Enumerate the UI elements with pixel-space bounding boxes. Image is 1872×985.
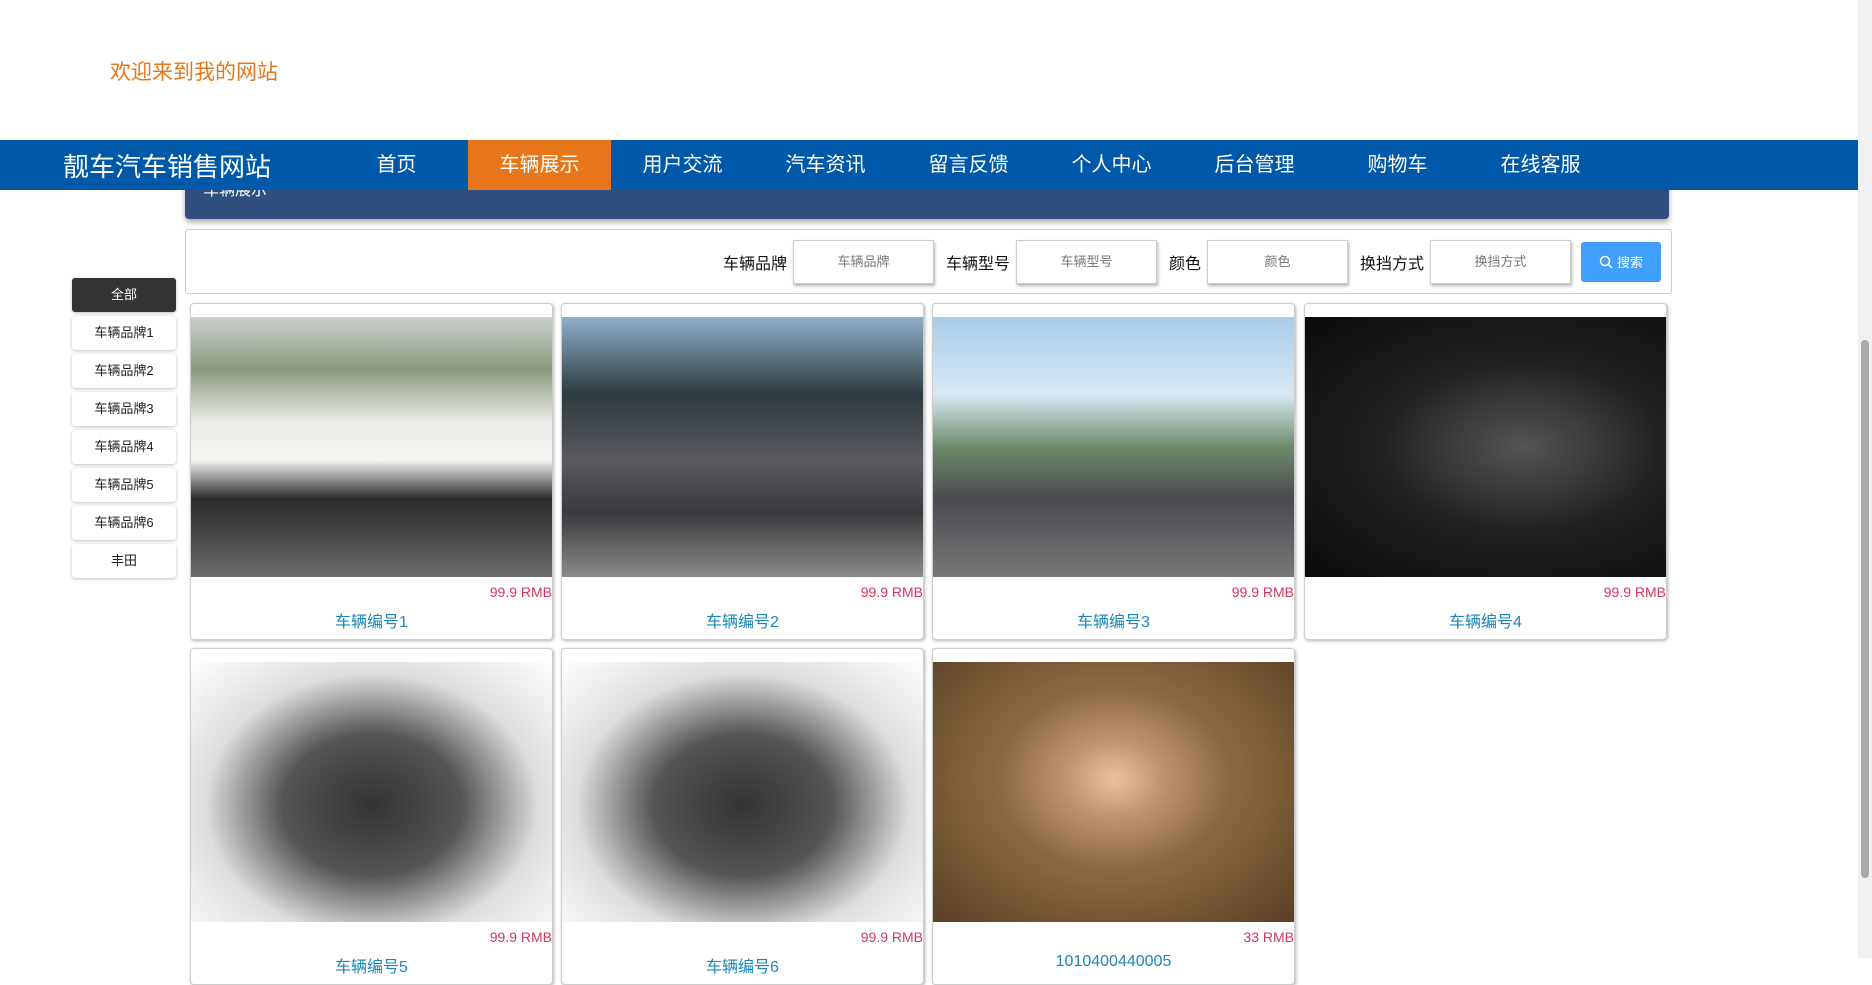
sidebar-item[interactable]: 车辆品牌2 bbox=[72, 354, 176, 388]
vehicle-image[interactable] bbox=[562, 317, 923, 577]
vehicle-price: 99.9 RMB bbox=[489, 584, 552, 600]
vehicle-price: 99.9 RMB bbox=[1603, 584, 1666, 600]
nav-profile[interactable]: 个人中心 bbox=[1040, 140, 1183, 190]
vehicle-card[interactable]: 99.9 RMB 车辆编号1 bbox=[190, 303, 553, 640]
vehicle-image[interactable] bbox=[933, 662, 1294, 922]
nav-news[interactable]: 汽车资讯 bbox=[754, 140, 897, 190]
sidebar-item[interactable]: 车辆品牌5 bbox=[72, 468, 176, 502]
vehicle-image[interactable] bbox=[191, 317, 552, 577]
brand-input[interactable] bbox=[792, 239, 934, 284]
vehicle-card[interactable]: 33 RMB 1010400440005 bbox=[932, 648, 1295, 985]
vehicle-title[interactable]: 车辆编号5 bbox=[191, 953, 552, 977]
vehicle-image[interactable] bbox=[933, 317, 1294, 577]
vehicle-image[interactable] bbox=[191, 662, 552, 922]
search-button-label: 搜索 bbox=[1616, 255, 1643, 270]
vehicle-card[interactable]: 99.9 RMB 车辆编号4 bbox=[1304, 303, 1667, 640]
search-button[interactable]: 搜索 bbox=[1581, 241, 1661, 282]
gear-label: 换挡方式 bbox=[1359, 255, 1424, 273]
search-icon bbox=[1599, 255, 1613, 269]
vehicle-title[interactable]: 车辆编号1 bbox=[191, 608, 552, 632]
vehicle-title[interactable]: 车辆编号6 bbox=[562, 953, 923, 977]
color-input[interactable] bbox=[1206, 239, 1348, 284]
vehicle-title[interactable]: 车辆编号3 bbox=[933, 608, 1294, 632]
sidebar-item[interactable]: 车辆品牌3 bbox=[72, 392, 176, 426]
nav-cart[interactable]: 购物车 bbox=[1326, 140, 1469, 190]
page-scrollbar[interactable] bbox=[1858, 0, 1872, 958]
brand-sidebar: 全部 车辆品牌1 车辆品牌2 车辆品牌3 车辆品牌4 车辆品牌5 车辆品牌6 丰… bbox=[72, 278, 176, 582]
vehicle-card[interactable]: 99.9 RMB 车辆编号3 bbox=[932, 303, 1295, 640]
vehicle-title[interactable]: 车辆编号4 bbox=[1305, 608, 1666, 632]
vehicle-price: 33 RMB bbox=[1243, 929, 1294, 945]
scrollbar-thumb[interactable] bbox=[1861, 340, 1869, 878]
nav-support[interactable]: 在线客服 bbox=[1469, 140, 1612, 190]
site-brand[interactable]: 靓车汽车销售网站 bbox=[63, 147, 325, 184]
nav-home[interactable]: 首页 bbox=[325, 140, 468, 190]
vehicle-price: 99.9 RMB bbox=[1231, 584, 1294, 600]
welcome-text: 欢迎来到我的网站 bbox=[110, 61, 278, 84]
vehicle-card[interactable]: 99.9 RMB 车辆编号5 bbox=[190, 648, 553, 985]
vehicle-title[interactable]: 车辆编号2 bbox=[562, 608, 923, 632]
nav-vehicles[interactable]: 车辆展示 bbox=[468, 140, 611, 190]
nav-admin[interactable]: 后台管理 bbox=[1183, 140, 1326, 190]
vehicle-price: 99.9 RMB bbox=[860, 584, 923, 600]
sidebar-item[interactable]: 丰田 bbox=[72, 544, 176, 578]
sidebar-item[interactable]: 车辆品牌6 bbox=[72, 506, 176, 540]
sidebar-item[interactable]: 车辆品牌1 bbox=[72, 316, 176, 350]
gear-input[interactable] bbox=[1430, 239, 1571, 284]
vehicle-title[interactable]: 1010400440005 bbox=[933, 953, 1294, 971]
nav-community[interactable]: 用户交流 bbox=[611, 140, 754, 190]
sidebar-item-all[interactable]: 全部 bbox=[72, 278, 176, 312]
vehicle-image[interactable] bbox=[562, 662, 923, 922]
top-nav: 靓车汽车销售网站 首页 车辆展示 用户交流 汽车资讯 留言反馈 个人中心 后台管… bbox=[0, 140, 1858, 190]
nav-feedback[interactable]: 留言反馈 bbox=[897, 140, 1040, 190]
model-input[interactable] bbox=[1015, 239, 1157, 284]
vehicle-card[interactable]: 99.9 RMB 车辆编号6 bbox=[561, 648, 924, 985]
sidebar-item[interactable]: 车辆品牌4 bbox=[72, 430, 176, 464]
color-label: 颜色 bbox=[1168, 255, 1201, 273]
vehicle-image[interactable] bbox=[1305, 317, 1666, 577]
vehicle-price: 99.9 RMB bbox=[489, 929, 552, 945]
brand-label: 车辆品牌 bbox=[722, 255, 787, 273]
vehicle-card[interactable]: 99.9 RMB 车辆编号2 bbox=[561, 303, 924, 640]
search-panel: 车辆品牌 车辆型号 颜色 换挡方式 搜索 bbox=[185, 229, 1672, 294]
vehicle-price: 99.9 RMB bbox=[860, 929, 923, 945]
model-label: 车辆型号 bbox=[945, 255, 1010, 273]
